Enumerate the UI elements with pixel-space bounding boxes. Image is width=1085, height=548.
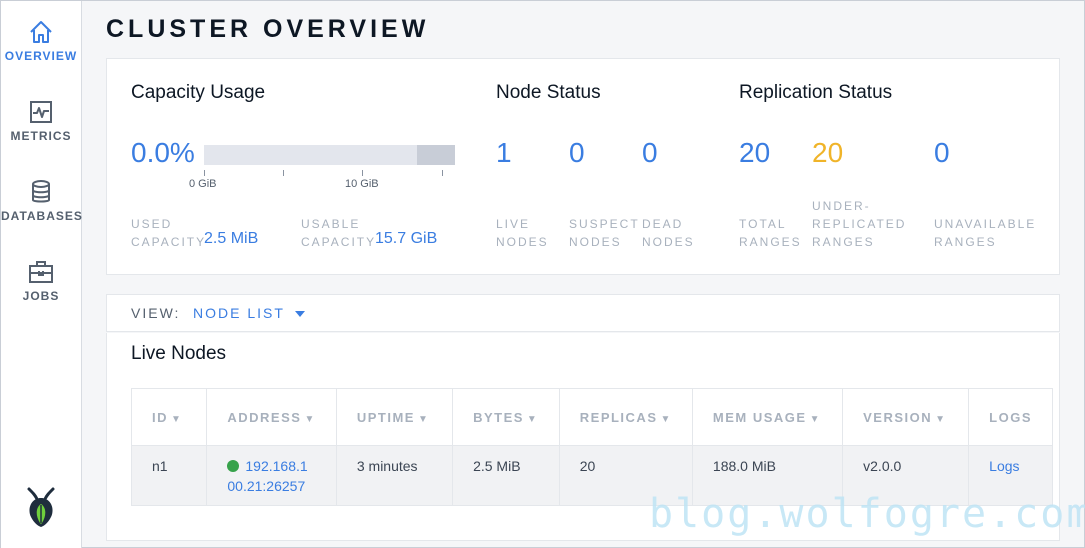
dead-nodes-label: DEAD NODES xyxy=(642,217,695,249)
node-address-link-continued[interactable]: 00.21:26257 xyxy=(227,478,305,494)
column-header-replicas[interactable]: REPLICAS ▼ xyxy=(558,388,693,446)
used-capacity-label: USED CAPACITY xyxy=(131,217,207,249)
used-capacity-value: 2.5 MiB xyxy=(204,230,259,247)
home-icon xyxy=(30,21,52,43)
node-replicas-cell: 20 xyxy=(558,445,693,506)
capacity-bar-unusable xyxy=(417,145,455,165)
sort-icon: ▼ xyxy=(809,413,821,425)
cockroachdb-logo[interactable] xyxy=(23,485,59,529)
cluster-summary-panel: Capacity Usage 0.0% 0 GiB 10 GiB USED CA… xyxy=(106,58,1060,275)
nodes-table: ID ▼ ADDRESS ▼ UPTIME ▼ BYTES ▼ REPLICAS ▼ ME… xyxy=(130,388,1053,506)
table-header-row: ID ▼ ADDRESS ▼ UPTIME ▼ BYTES ▼ REPLICAS ▼ ME… xyxy=(130,388,1053,446)
sort-icon: ▼ xyxy=(304,413,316,425)
chevron-down-icon xyxy=(294,311,305,318)
capacity-bar xyxy=(204,145,455,165)
live-nodes-label: LIVE NODES xyxy=(496,217,549,249)
axis-tick-label: 0 GiB xyxy=(189,178,217,190)
suspect-nodes-count: 0 xyxy=(569,137,585,168)
column-header-version[interactable]: VERSION ▼ xyxy=(842,388,970,446)
usable-capacity-value: 15.7 GiB xyxy=(375,230,438,247)
sidebar-item-databases[interactable]: DATABASES xyxy=(1,179,83,223)
column-header-logs: LOGS xyxy=(968,388,1053,446)
axis-tick xyxy=(362,170,363,176)
node-mem-usage-cell: 188.0 MiB xyxy=(691,445,844,506)
sort-icon: ▼ xyxy=(660,413,672,425)
capacity-axis xyxy=(204,170,455,176)
view-label: VIEW: xyxy=(131,305,181,321)
dead-nodes-count: 0 xyxy=(642,137,658,168)
axis-tick xyxy=(283,170,284,176)
live-nodes-panel: Live Nodes ID ▼ ADDRESS ▼ UPTIME ▼ BYTES ▼ R… xyxy=(106,333,1060,541)
sidebar-item-label: JOBS xyxy=(22,289,60,303)
node-id-cell: n1 xyxy=(130,445,208,506)
node-bytes-cell: 2.5 MiB xyxy=(452,445,560,506)
metrics-icon xyxy=(30,101,52,123)
unavailable-ranges-count: 0 xyxy=(934,137,950,168)
sort-icon: ▼ xyxy=(171,413,183,425)
view-bar: VIEW: NODE LIST xyxy=(106,294,1060,332)
sidebar-item-metrics[interactable]: METRICS xyxy=(1,99,81,143)
total-ranges-count: 20 xyxy=(739,137,771,168)
unavailable-ranges-label: UNAVAILABLE RANGES xyxy=(934,217,1037,249)
view-selected-value: NODE LIST xyxy=(193,305,285,321)
sidebar-item-label: OVERVIEW xyxy=(4,49,78,63)
table-row: n1 192.168.1 00.21:26257 3 minutes 2.5 M… xyxy=(130,445,1053,506)
sidebar-item-label: DATABASES xyxy=(1,209,83,223)
column-header-mem-usage[interactable]: MEM USAGE ▼ xyxy=(691,388,844,446)
column-header-address[interactable]: ADDRESS ▼ xyxy=(206,388,337,446)
briefcase-icon xyxy=(29,261,53,283)
sidebar-item-jobs[interactable]: JOBS xyxy=(1,259,81,303)
axis-tick xyxy=(204,170,205,176)
replication-status-title: Replication Status xyxy=(739,82,893,103)
suspect-nodes-label: SUSPECT NODES xyxy=(569,217,640,249)
sort-icon: ▼ xyxy=(417,413,430,425)
capacity-percent: 0.0% xyxy=(131,137,195,168)
node-status-title: Node Status xyxy=(496,82,601,103)
axis-tick xyxy=(442,170,443,176)
sidebar: OVERVIEW METRICS DATABASES JOBS xyxy=(1,1,82,548)
usable-capacity-label: USABLE CAPACITY xyxy=(301,217,377,249)
sort-icon: ▼ xyxy=(526,413,539,425)
node-logs-cell: Logs xyxy=(968,445,1053,506)
node-logs-link[interactable]: Logs xyxy=(989,458,1019,474)
column-header-id[interactable]: ID ▼ xyxy=(130,388,208,446)
under-replicated-ranges-count: 20 xyxy=(812,137,844,168)
node-address-link[interactable]: 192.168.1 xyxy=(245,458,307,474)
sidebar-item-overview[interactable]: OVERVIEW xyxy=(1,19,81,63)
node-uptime-cell: 3 minutes xyxy=(335,445,454,506)
total-ranges-label: TOTAL RANGES xyxy=(739,217,802,249)
under-replicated-ranges-label: UNDER-REPLICATED RANGES xyxy=(812,199,907,249)
column-header-bytes[interactable]: BYTES ▼ xyxy=(452,388,560,446)
column-header-uptime[interactable]: UPTIME ▼ xyxy=(335,388,454,446)
capacity-usage-title: Capacity Usage xyxy=(131,82,266,103)
sort-icon: ▼ xyxy=(935,413,947,425)
live-status-dot xyxy=(227,460,240,472)
live-nodes-count: 1 xyxy=(496,137,512,168)
database-icon xyxy=(32,180,50,203)
sidebar-item-label: METRICS xyxy=(10,129,72,143)
live-nodes-title: Live Nodes xyxy=(131,343,227,364)
node-version-cell: v2.0.0 xyxy=(842,445,970,506)
node-address-cell: 192.168.1 00.21:26257 xyxy=(206,445,337,506)
axis-tick-label: 10 GiB xyxy=(345,178,379,190)
view-selector-dropdown[interactable]: NODE LIST xyxy=(193,305,305,321)
page-title: CLUSTER OVERVIEW xyxy=(106,15,430,43)
